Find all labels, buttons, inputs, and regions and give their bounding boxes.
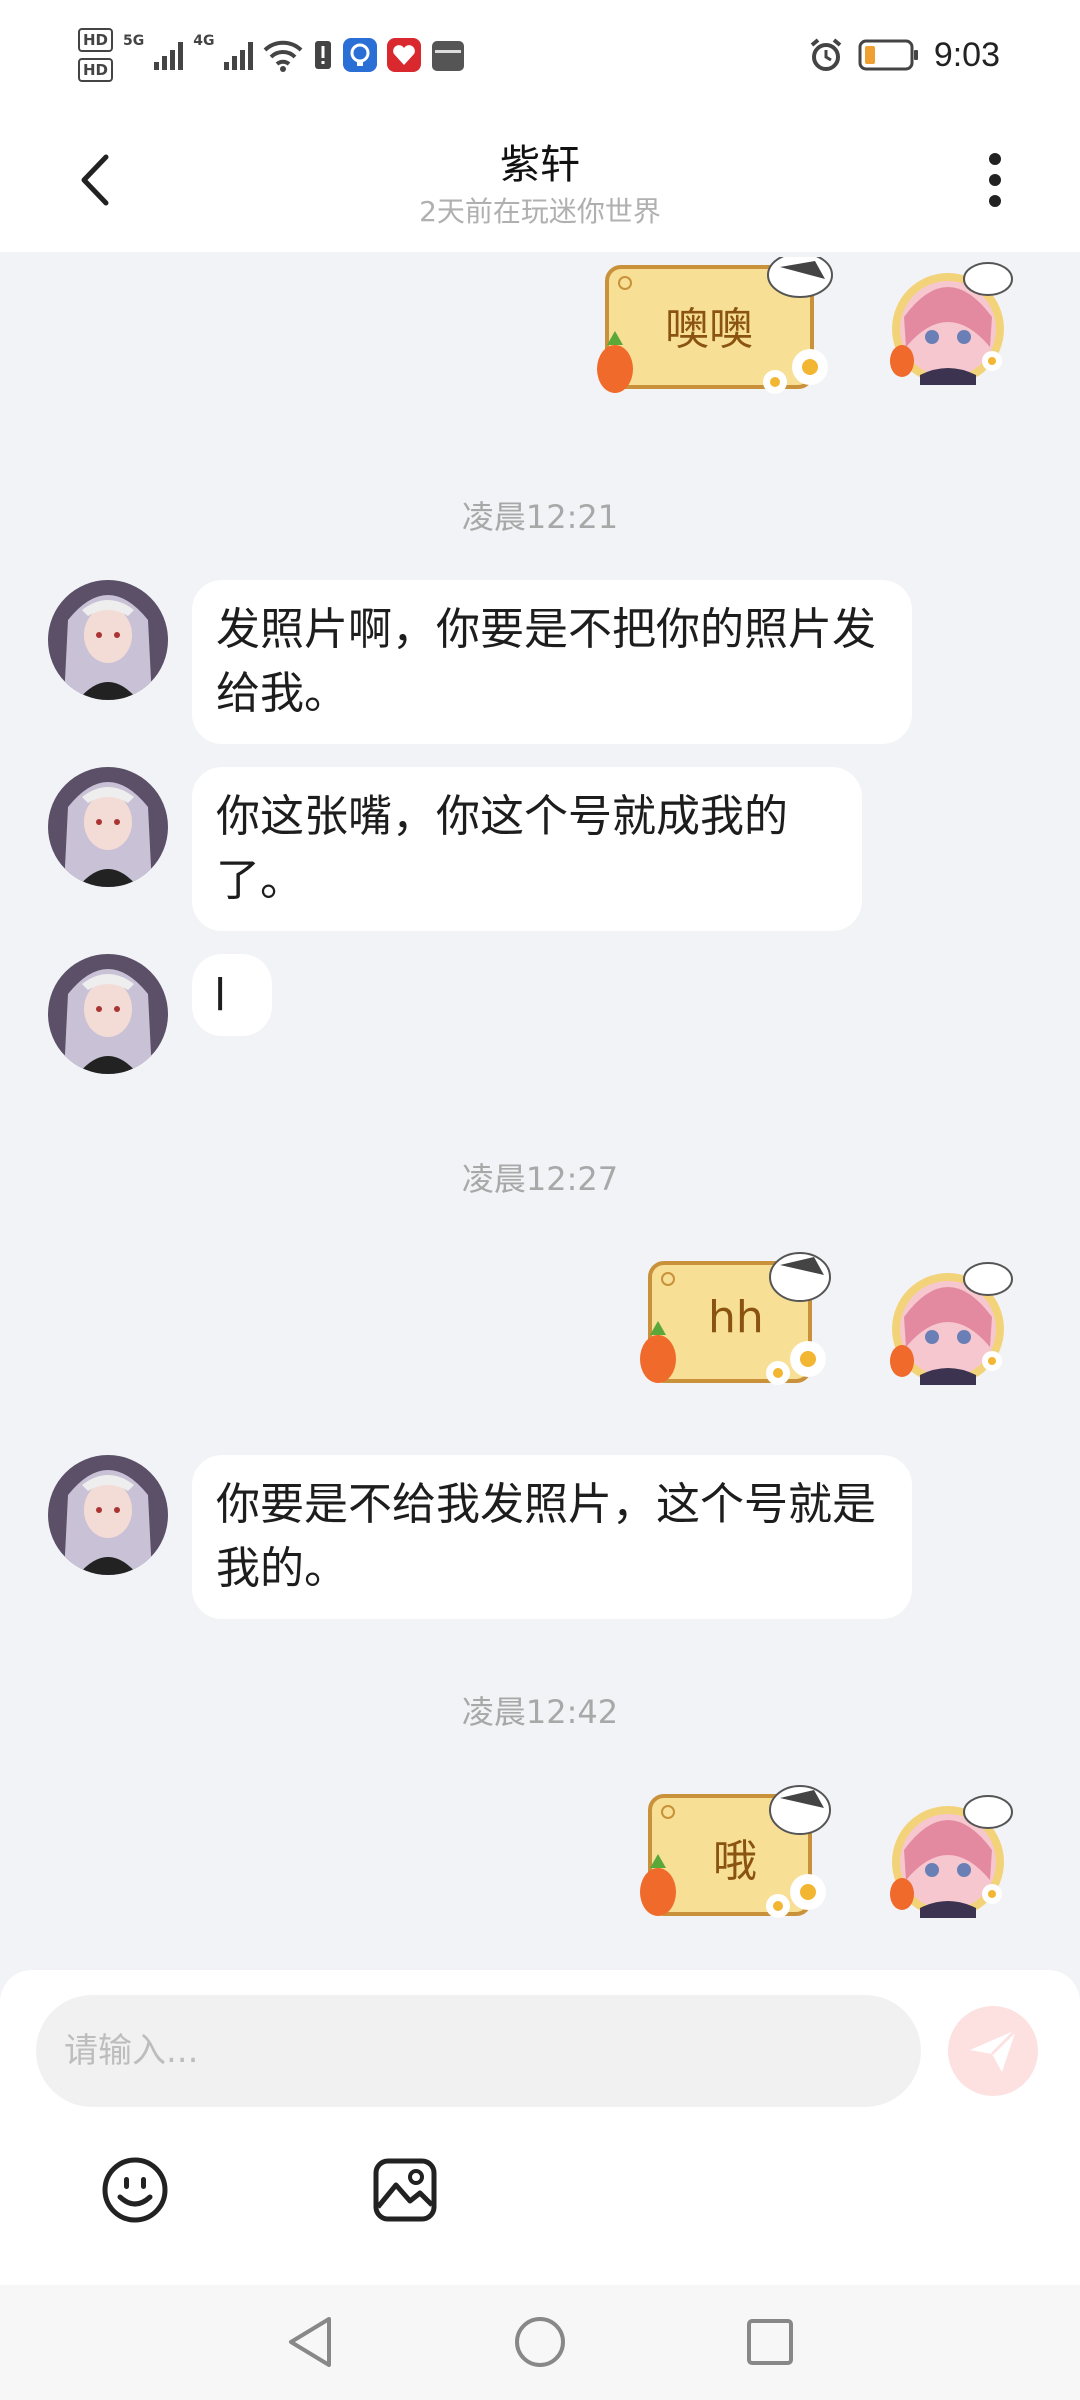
image-icon	[373, 2158, 437, 2222]
signal-1-icon	[154, 40, 184, 70]
chat-header: 紫轩 2天前在玩迷你世界	[0, 110, 1080, 252]
hd-indicators: HD HD	[78, 28, 114, 82]
circle-home-icon	[515, 2317, 565, 2367]
square-recent-icon	[747, 2319, 793, 2365]
signal-2-icon	[224, 40, 254, 70]
sticker-text: 哦	[713, 1836, 757, 1887]
alarm-icon	[810, 38, 842, 71]
message-bubble[interactable]: l	[192, 954, 272, 1036]
contact-status: 2天前在玩迷你世界	[419, 195, 661, 228]
sticker-message[interactable]: 哦	[628, 1780, 848, 1930]
emoji-icon	[102, 2157, 168, 2223]
sticker-text: 噢噢	[665, 304, 753, 355]
nav-back-button[interactable]	[275, 2307, 345, 2377]
message-bubble[interactable]: 你要是不给我发照片，这个号就是我的。	[192, 1455, 912, 1619]
message-input[interactable]	[36, 1995, 921, 2107]
sticker-message[interactable]: hh	[628, 1247, 848, 1397]
my-avatar[interactable]	[880, 257, 1020, 397]
timestamp: 凌晨12:42	[461, 1693, 619, 1731]
contact-avatar[interactable]	[48, 767, 168, 887]
sticker-message[interactable]: 噢噢	[585, 252, 845, 407]
battery-icon	[858, 39, 918, 71]
app-notification-blue-icon	[343, 38, 378, 72]
nav-home-button[interactable]	[505, 2307, 575, 2377]
input-panel	[0, 1970, 1080, 2285]
sticker-text: hh	[708, 1292, 764, 1343]
calendar-icon	[432, 41, 465, 71]
app-notification-red-icon	[387, 38, 422, 72]
timestamp: 凌晨12:27	[461, 1160, 619, 1198]
contact-name: 紫轩	[500, 142, 580, 188]
contact-avatar[interactable]	[48, 1455, 168, 1575]
triangle-back-icon	[289, 2317, 331, 2367]
my-avatar[interactable]	[880, 1790, 1020, 1930]
status-left: HD HD 5G 4G	[78, 22, 465, 88]
wifi-icon	[264, 40, 303, 72]
network-4g-label: 4G	[193, 33, 215, 49]
status-bar: HD HD 5G 4G 9:03	[0, 0, 1080, 110]
send-button[interactable]	[948, 2006, 1038, 2096]
message-bubble[interactable]: 你这张嘴，你这个号就成我的了。	[192, 767, 862, 931]
more-options-button[interactable]	[960, 140, 1030, 220]
hd1-badge: HD	[78, 28, 114, 52]
chat-area[interactable]: 噢噢 凌晨12:21 发照片啊，你要是不把你的照片发给我。 你这张嘴，你这个号就…	[0, 252, 1080, 1970]
my-avatar[interactable]	[880, 1257, 1020, 1397]
message-bubble[interactable]: 发照片啊，你要是不把你的照片发给我。	[192, 580, 912, 744]
timestamp: 凌晨12:21	[461, 498, 619, 536]
contact-avatar[interactable]	[48, 954, 168, 1074]
more-vertical-icon	[989, 153, 1001, 207]
system-nav-bar	[0, 2285, 1080, 2400]
hd2-badge: HD	[78, 58, 114, 82]
emoji-button[interactable]	[100, 2155, 170, 2225]
network-5g-label: 5G	[123, 33, 145, 49]
clock-time: 9:03	[933, 35, 1000, 74]
contact-avatar[interactable]	[48, 580, 168, 700]
image-button[interactable]	[370, 2155, 440, 2225]
status-right: 9:03	[808, 30, 1000, 80]
send-icon	[970, 2028, 1018, 2072]
alert-icon	[315, 41, 332, 69]
nav-recent-button[interactable]	[735, 2307, 805, 2377]
